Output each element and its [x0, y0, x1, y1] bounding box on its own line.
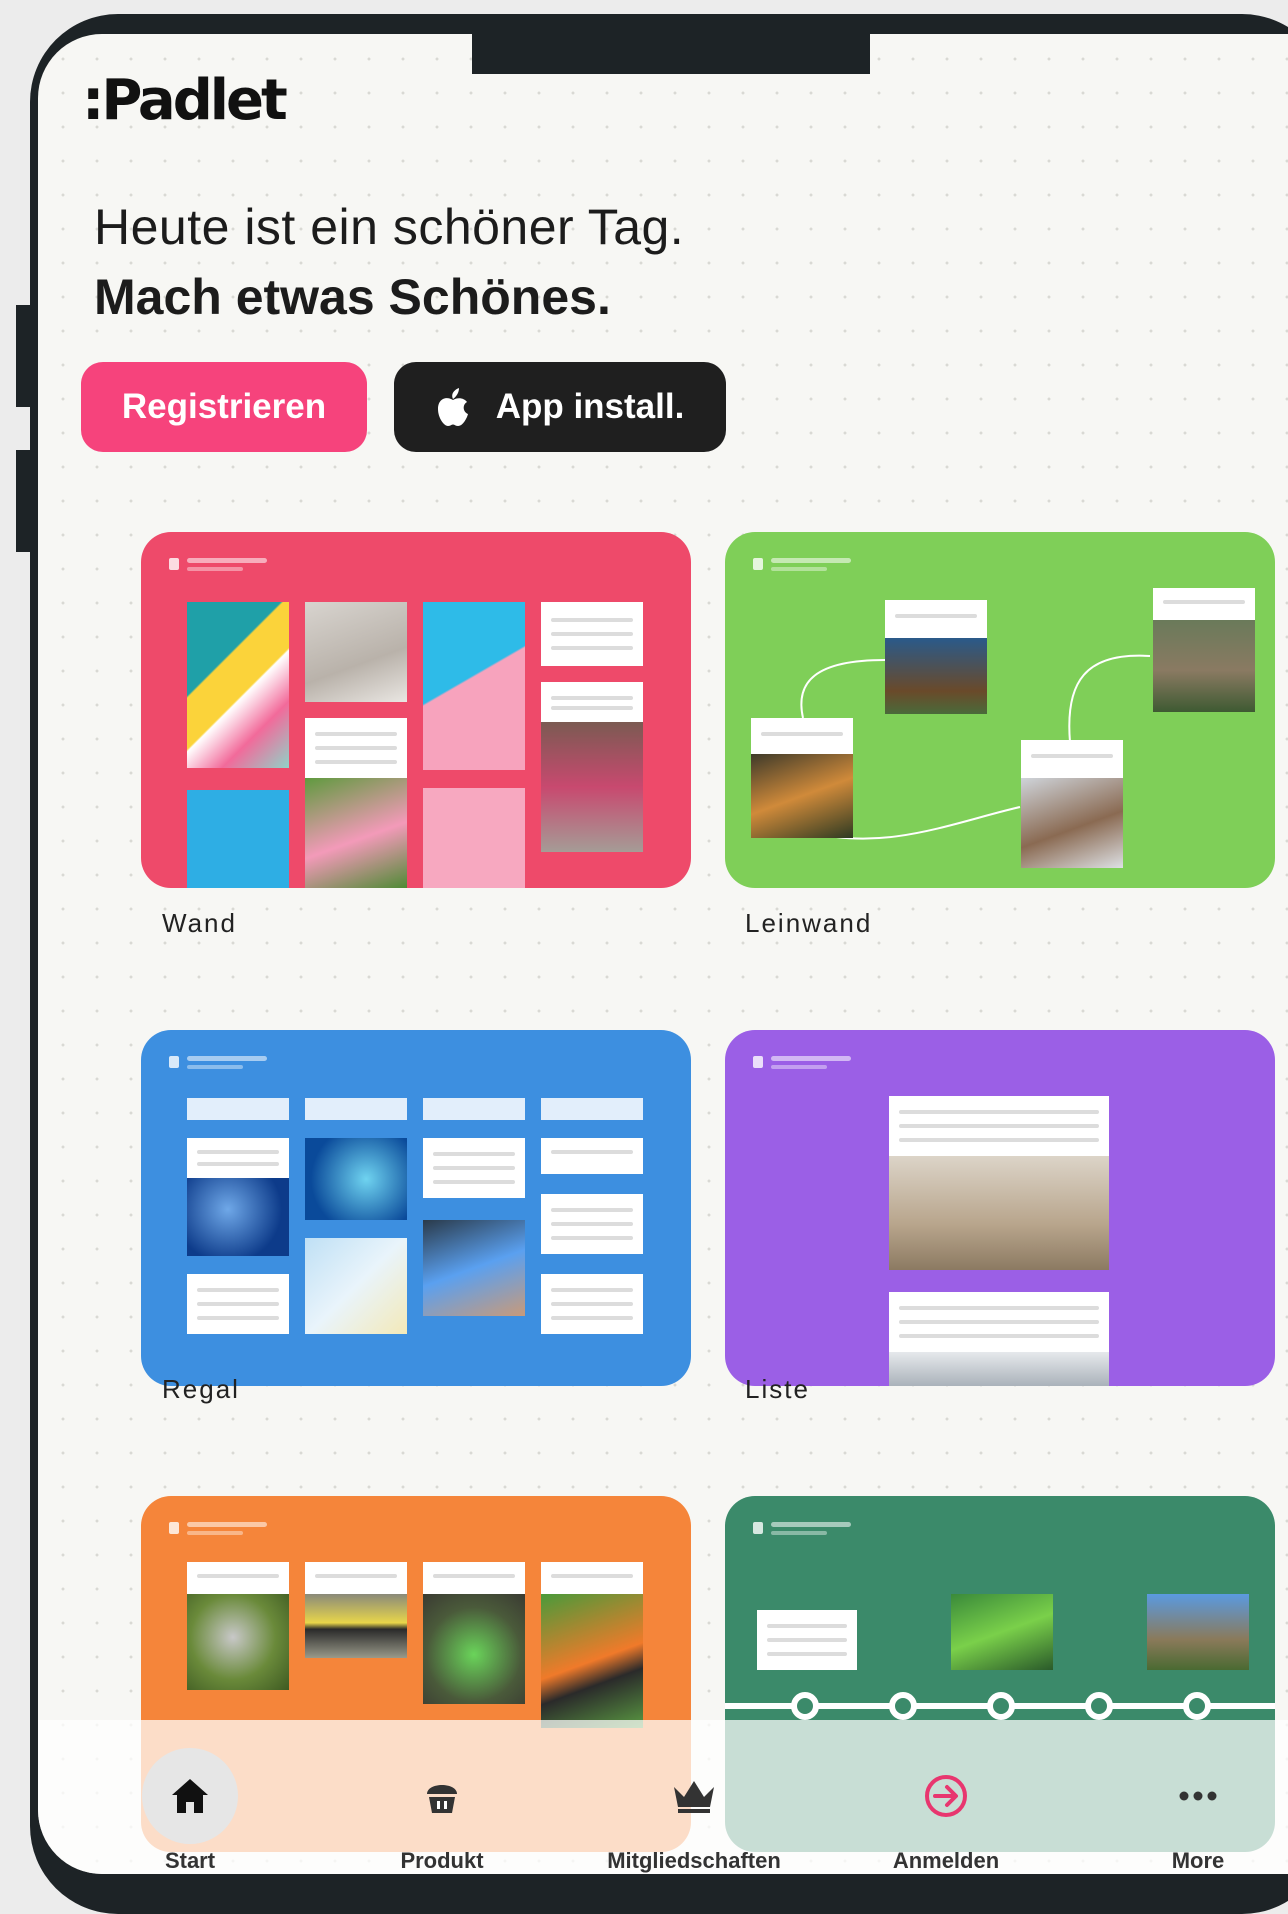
child-photo — [305, 602, 407, 702]
home-icon — [142, 1748, 238, 1844]
column-header — [305, 1098, 407, 1120]
format-label-leinwand: Leinwand — [745, 908, 873, 938]
login-arrow-icon — [898, 1748, 994, 1844]
hero-line-1: Heute ist ein schöner Tag. — [94, 199, 685, 255]
text-tile — [187, 1274, 289, 1334]
lizard-photo — [951, 1594, 1053, 1670]
hero-line-2: Mach etwas Schönes. — [94, 269, 611, 325]
format-label-wand: Wand — [162, 908, 237, 938]
app-install-label: App install. — [495, 387, 685, 426]
jellyfish-photo-2 — [305, 1138, 407, 1220]
format-card-regal[interactable] — [141, 1030, 691, 1386]
format-card-wand[interactable] — [141, 532, 691, 888]
cupcake-icon — [394, 1748, 490, 1844]
snail-photo — [187, 1594, 289, 1690]
tab-label: Mitgliedschaften — [607, 1848, 781, 1873]
apple-icon — [437, 388, 468, 426]
camels-desert-photo — [889, 1156, 1109, 1270]
text-tile — [541, 1562, 643, 1594]
tab-label: Anmelden — [892, 1848, 1000, 1873]
text-tile — [541, 1274, 643, 1334]
text-tile — [757, 1610, 857, 1670]
abstract-art-image — [187, 602, 289, 768]
tab-anmelden[interactable]: Anmelden — [846, 1720, 1046, 1874]
app-screen: :Padlet Heute ist ein schöner Tag. Mach … — [38, 34, 1288, 1874]
dinosaur-photo — [1147, 1594, 1249, 1670]
tab-start[interactable]: Start — [90, 1720, 290, 1874]
text-tile — [423, 1138, 525, 1198]
text-tile — [889, 1096, 1109, 1156]
text-tile — [751, 718, 853, 754]
column-header — [541, 1098, 643, 1120]
dog-photo — [885, 638, 987, 714]
shoe-lacing-photo — [541, 722, 643, 852]
app-install-button[interactable]: App install. — [394, 362, 726, 452]
more-dots-icon — [1150, 1748, 1246, 1844]
tab-label: More — [1171, 1848, 1225, 1873]
blue-tile — [187, 790, 289, 888]
text-tile — [889, 1292, 1109, 1352]
crown-icon — [646, 1748, 742, 1844]
column-header — [423, 1098, 525, 1120]
sneakers-photo — [423, 602, 525, 770]
snow-photo — [889, 1352, 1109, 1386]
text-tile — [885, 600, 987, 638]
chrysalis-photo — [423, 1594, 525, 1704]
text-tile — [541, 1138, 643, 1174]
tab-label: Produkt — [400, 1848, 484, 1873]
map-tile — [305, 1238, 407, 1334]
lynx-photo — [1021, 778, 1123, 868]
jellyfish-photo — [187, 1178, 289, 1256]
bottom-tab-bar: Start Produkt Mitgliedschaften Anmelden … — [38, 1720, 1288, 1874]
column-header — [187, 1098, 289, 1120]
tab-produkt[interactable]: Produkt — [342, 1720, 542, 1874]
text-tile — [1153, 588, 1255, 620]
tab-mitgliedschaften[interactable]: Mitgliedschaften — [594, 1720, 794, 1874]
format-label-liste: Liste — [745, 1374, 810, 1404]
text-tile — [305, 1562, 407, 1594]
text-tile — [187, 1138, 289, 1178]
text-tile — [423, 1562, 525, 1594]
tab-more[interactable]: More — [1098, 1720, 1288, 1874]
format-card-liste[interactable] — [725, 1030, 1275, 1386]
padlet-logo[interactable]: :Padlet — [82, 68, 288, 133]
hero-heading: Heute ist ein schöner Tag. Mach etwas Sc… — [94, 192, 684, 332]
bottle-photo — [305, 778, 407, 888]
tiger-photo — [751, 754, 853, 838]
plant-tile — [423, 788, 525, 888]
text-tile — [541, 602, 643, 666]
tab-label: Start — [164, 1848, 216, 1873]
register-button[interactable]: Registrieren — [81, 362, 367, 452]
text-tile — [187, 1562, 289, 1594]
text-tile — [1021, 740, 1123, 778]
caterpillar-photo — [305, 1594, 407, 1658]
format-label-regal: Regal — [162, 1374, 240, 1404]
phone-photo — [423, 1220, 525, 1316]
format-card-leinwand[interactable] — [725, 532, 1275, 888]
butterfly-photo — [541, 1594, 643, 1728]
text-tile — [541, 682, 643, 722]
text-tile — [305, 718, 407, 778]
camera-notch — [472, 34, 870, 74]
text-tile — [541, 1194, 643, 1254]
cat-photo — [1153, 620, 1255, 712]
